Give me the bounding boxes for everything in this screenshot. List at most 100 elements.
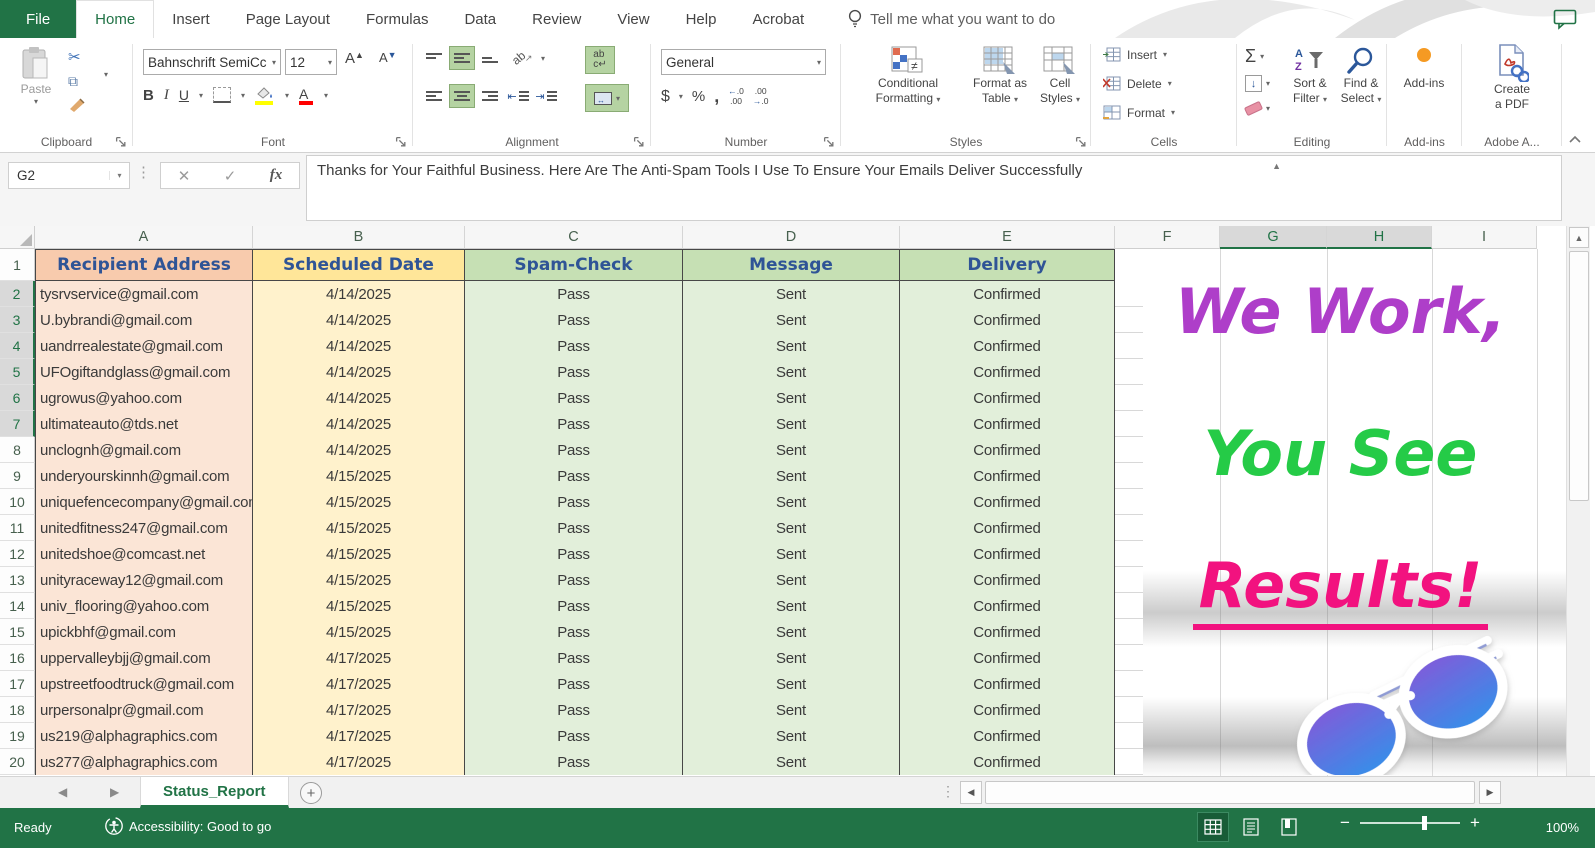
row-header-12[interactable]: 12 [0, 541, 35, 567]
cell-delivery[interactable]: Confirmed [900, 489, 1115, 515]
ribbon-tab-formulas[interactable]: Formulas [348, 0, 447, 38]
table-header-delivery[interactable]: Delivery [900, 249, 1115, 281]
row-header-7[interactable]: 7 [0, 411, 35, 437]
row-header-20[interactable]: 20 [0, 749, 35, 775]
cell-delivery[interactable]: Confirmed [900, 749, 1115, 775]
cell-delivery[interactable]: Confirmed [900, 567, 1115, 593]
cell-delivery[interactable]: Confirmed [900, 437, 1115, 463]
row-header-19[interactable]: 19 [0, 723, 35, 749]
accounting-chevron[interactable]: ▾ [679, 92, 683, 101]
cell-email[interactable]: upickbhf@gmail.com [35, 619, 253, 645]
page-break-preview-button[interactable] [1274, 813, 1304, 841]
cell-delivery[interactable]: Confirmed [900, 515, 1115, 541]
column-header-D[interactable]: D [683, 226, 900, 249]
cell-message[interactable]: Sent [683, 619, 900, 645]
sheet-nav-next-button[interactable]: ▶ [110, 785, 119, 799]
cell-date[interactable]: 4/15/2025 [253, 593, 465, 619]
comma-style-button[interactable]: , [714, 86, 719, 107]
cell-email[interactable]: upstreetfoodtruck@gmail.com [35, 671, 253, 697]
font-name-combo[interactable]: Bahnschrift SemiCc▾ [143, 49, 281, 75]
format-as-table-button[interactable]: Format asTable ▾ [969, 46, 1031, 106]
tell-me-box[interactable]: Tell me what you want to do [822, 0, 1055, 38]
name-box[interactable]: G2 ▾ [8, 162, 130, 189]
comments-button[interactable] [1553, 9, 1577, 35]
cell-message[interactable]: Sent [683, 567, 900, 593]
font-size-combo[interactable]: 12▾ [285, 49, 337, 75]
cell-message[interactable]: Sent [683, 307, 900, 333]
ribbon-tab-home[interactable]: Home [76, 0, 154, 38]
styles-dialog-launcher[interactable] [1075, 136, 1087, 148]
row-header-10[interactable]: 10 [0, 489, 35, 515]
column-header-G[interactable]: G [1220, 226, 1327, 249]
cell-date[interactable]: 4/15/2025 [253, 515, 465, 541]
tab-scroll-split-handle[interactable]: ⋮ [941, 783, 955, 800]
cell-delivery[interactable]: Confirmed [900, 593, 1115, 619]
cut-button[interactable]: ✂ [68, 48, 86, 66]
cell-spam[interactable]: Pass [465, 593, 683, 619]
column-header-H[interactable]: H [1327, 226, 1432, 249]
row-header-16[interactable]: 16 [0, 645, 35, 671]
cell-delivery[interactable]: Confirmed [900, 619, 1115, 645]
italic-button[interactable]: I [164, 87, 169, 104]
cell-spam[interactable]: Pass [465, 697, 683, 723]
cell-email[interactable]: unitedfitness247@gmail.com [35, 515, 253, 541]
cell-delivery[interactable]: Confirmed [900, 411, 1115, 437]
table-header-message[interactable]: Message [683, 249, 900, 281]
cell-email[interactable]: ugrowus@yahoo.com [35, 385, 253, 411]
ribbon-tab-data[interactable]: Data [446, 0, 514, 38]
cell-date[interactable]: 4/14/2025 [253, 281, 465, 307]
fill-button[interactable]: ↓▾ [1245, 75, 1270, 92]
cell-email[interactable]: univ_flooring@yahoo.com [35, 593, 253, 619]
font-dialog-launcher[interactable] [395, 136, 407, 148]
decrease-indent-button[interactable]: ⇤ [505, 84, 531, 108]
cell-message[interactable]: Sent [683, 437, 900, 463]
new-sheet-button[interactable]: + [300, 782, 322, 804]
row-header-8[interactable]: 8 [0, 437, 35, 463]
cell-styles-button[interactable]: CellStyles ▾ [1035, 46, 1085, 106]
autosum-button[interactable]: Σ▾ [1245, 46, 1264, 67]
select-all-corner[interactable] [0, 226, 35, 249]
ribbon-tab-file[interactable]: File [0, 0, 76, 38]
cell-email[interactable]: UFOgiftandglass@gmail.com [35, 359, 253, 385]
cancel-entry-button[interactable]: ✕ [178, 167, 191, 185]
cell-delivery[interactable]: Confirmed [900, 359, 1115, 385]
vertical-scrollbar[interactable]: ▲ [1566, 226, 1590, 776]
addins-button[interactable]: Add-ins [1395, 48, 1453, 91]
row-header-15[interactable]: 15 [0, 619, 35, 645]
formula-bar-collapse-button[interactable]: ▲ [1272, 161, 1281, 171]
cell-delivery[interactable]: Confirmed [900, 671, 1115, 697]
increase-indent-button[interactable]: ⇥ [533, 84, 559, 108]
cell-spam[interactable]: Pass [465, 385, 683, 411]
cell-date[interactable]: 4/14/2025 [253, 437, 465, 463]
cell-email[interactable]: urpersonalpr@gmail.com [35, 697, 253, 723]
cell-date[interactable]: 4/15/2025 [253, 489, 465, 515]
cell-spam[interactable]: Pass [465, 723, 683, 749]
table-header-recipient-address[interactable]: Recipient Address [35, 249, 253, 281]
number-dialog-launcher[interactable] [823, 136, 835, 148]
align-left-button[interactable] [421, 84, 447, 108]
cell-delivery[interactable]: Confirmed [900, 697, 1115, 723]
cell-date[interactable]: 4/17/2025 [253, 697, 465, 723]
column-header-C[interactable]: C [465, 226, 683, 249]
cell-date[interactable]: 4/14/2025 [253, 411, 465, 437]
zoom-level[interactable]: 100% [1546, 820, 1579, 835]
cell-delivery[interactable]: Confirmed [900, 307, 1115, 333]
row-header-18[interactable]: 18 [0, 697, 35, 723]
zoom-in-button[interactable]: + [1470, 814, 1480, 831]
paste-button[interactable]: Paste ▾ [10, 46, 62, 107]
ribbon-tab-acrobat[interactable]: Acrobat [734, 0, 822, 38]
row-header-5[interactable]: 5 [0, 359, 35, 385]
ribbon-tab-insert[interactable]: Insert [154, 0, 228, 38]
find-select-button[interactable]: Find &Select ▾ [1337, 46, 1385, 106]
cell-email[interactable]: unitedshoe@comcast.net [35, 541, 253, 567]
row-header-3[interactable]: 3 [0, 307, 35, 333]
collapse-ribbon-button[interactable] [1568, 134, 1582, 144]
alignment-dialog-launcher[interactable] [633, 136, 645, 148]
cell-email[interactable]: underyourskinnh@gmail.com [35, 463, 253, 489]
ribbon-tab-page-layout[interactable]: Page Layout [228, 0, 348, 38]
cell-email[interactable]: us277@alphagraphics.com [35, 749, 253, 775]
column-header-A[interactable]: A [35, 226, 253, 249]
confirm-entry-button[interactable]: ✓ [224, 167, 237, 185]
cell-message[interactable]: Sent [683, 463, 900, 489]
row-header-13[interactable]: 13 [0, 567, 35, 593]
